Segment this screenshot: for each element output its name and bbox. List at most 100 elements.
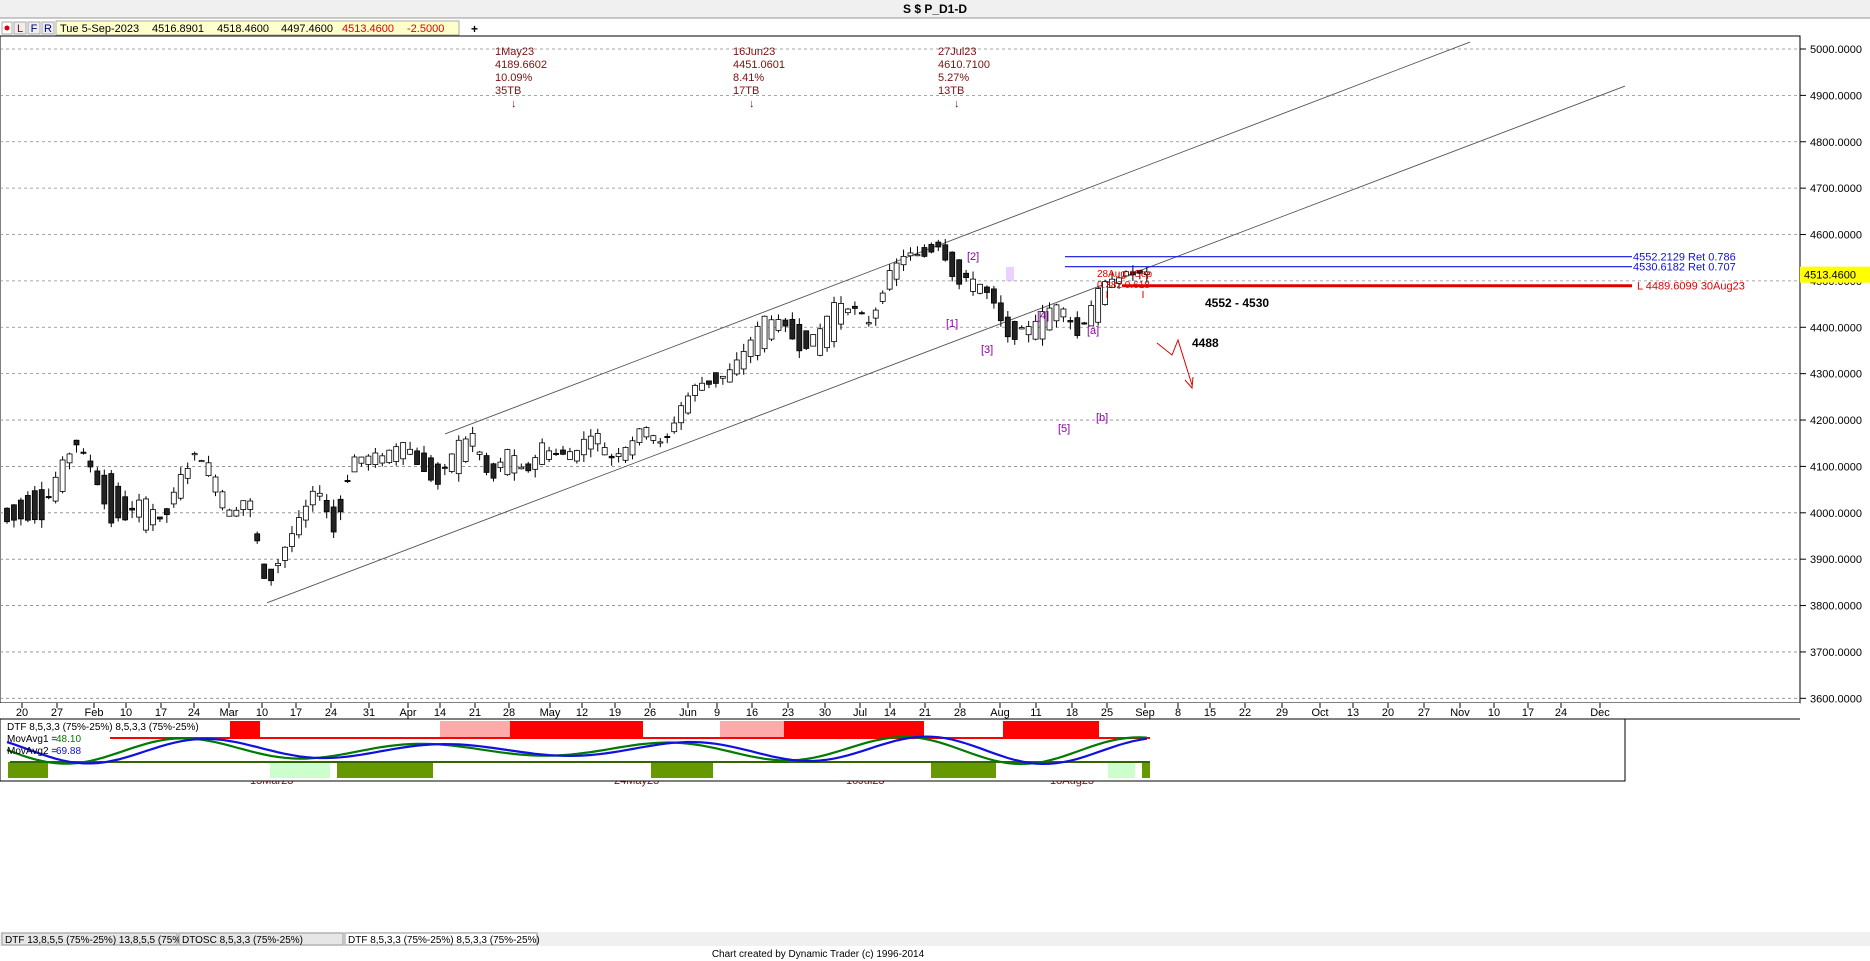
candle-body <box>282 546 288 561</box>
candle-body <box>879 292 886 302</box>
candle-body <box>768 319 775 340</box>
candle-body <box>810 334 817 347</box>
candle-body <box>726 369 733 383</box>
candle-body <box>977 283 983 294</box>
candle-body <box>455 439 462 475</box>
x-tick-label: 28 <box>954 707 966 719</box>
candle-body <box>80 451 87 454</box>
candle-body <box>330 506 337 533</box>
indicator-band-high <box>720 721 784 737</box>
candle-body <box>782 319 789 327</box>
candle-body <box>233 509 240 517</box>
x-tick-label: 19 <box>609 707 621 719</box>
candle-body <box>219 491 226 509</box>
footer-tabs: DTF 13,8,5,5 (75%-25%) 13,8,5,5 (75%-25%… <box>0 932 1870 946</box>
candle-body <box>657 441 664 444</box>
candle-body <box>1011 321 1018 340</box>
candle-body <box>11 504 17 521</box>
candle-body <box>212 476 219 493</box>
quote-close: 4513.4600 <box>342 23 394 35</box>
candle-body <box>434 463 441 485</box>
candle-body <box>490 463 497 479</box>
candle-body <box>935 241 942 248</box>
candle-body <box>386 449 393 464</box>
candle-body <box>900 255 907 266</box>
x-tick-label: 10 <box>1488 707 1500 719</box>
price-tag-label: 4513.4600 <box>1804 270 1856 282</box>
x-tick-label: 30 <box>819 707 831 719</box>
x-tick-label: 24 <box>325 707 337 719</box>
y-tick-label: 5000.0000 <box>1810 44 1862 56</box>
candle-body <box>601 447 608 456</box>
candle-body <box>803 330 810 349</box>
candle-body <box>428 457 434 481</box>
candle-body <box>1067 320 1074 323</box>
add-button[interactable]: + <box>471 22 478 36</box>
movavg1-value: 48.10 <box>56 734 81 745</box>
candle-body <box>240 500 247 510</box>
candle-body <box>163 508 170 516</box>
credit-text: Chart created by Dynamic Trader (c) 1996… <box>712 949 925 960</box>
candle-body <box>560 449 566 455</box>
indicator-band-high <box>510 721 643 737</box>
candle-body <box>59 459 66 492</box>
candle-body <box>622 447 629 461</box>
candle-body <box>678 405 685 424</box>
y-tick-label: 4200.0000 <box>1810 415 1862 427</box>
ret-0707-label: 4530.6182 Ret 0.707 <box>1633 262 1736 274</box>
x-tick-label: Aug <box>990 707 1010 719</box>
quote-change: -2.5000 <box>407 23 444 35</box>
x-tick-label: 17 <box>1522 707 1534 719</box>
candle-body <box>567 451 573 460</box>
candle-body <box>546 450 552 460</box>
x-tick-label: 13 <box>1347 707 1359 719</box>
candle-body <box>719 375 726 379</box>
candle-body <box>4 507 10 523</box>
peak-label: 1May23 <box>495 46 534 58</box>
candle-body <box>1018 327 1025 330</box>
window-background <box>0 0 1870 961</box>
x-tick-label: 29 <box>1276 707 1288 719</box>
candle-body <box>775 319 782 331</box>
y-tick-label: 4900.0000 <box>1810 90 1862 102</box>
candle-body <box>421 452 427 473</box>
x-tick-label: Oct <box>1311 707 1328 719</box>
candle-body <box>136 499 142 518</box>
peak-label: 16Jun23 <box>733 46 775 58</box>
x-tick-label: 17 <box>155 707 167 719</box>
indicator-band-low <box>8 762 48 778</box>
movavg2-value: 69.88 <box>56 746 81 757</box>
candle-body <box>1074 317 1081 336</box>
candle-body <box>1025 326 1032 336</box>
x-tick-label: 27 <box>51 707 63 719</box>
candle-body <box>247 500 254 510</box>
x-tick-label: 10 <box>120 707 132 719</box>
candle-body <box>344 480 351 483</box>
candle-body <box>261 563 268 579</box>
peak-label: 35TB <box>495 85 521 97</box>
x-tick-label: May <box>540 707 561 719</box>
x-tick-label: Apr <box>399 707 416 719</box>
candle-body <box>372 452 379 465</box>
candle-body <box>831 302 837 343</box>
x-tick-label: 20 <box>16 707 28 719</box>
candle-body <box>52 476 59 502</box>
candle-body <box>532 457 539 470</box>
candle-body <box>1004 316 1011 338</box>
candle-body <box>747 339 754 357</box>
y-tick-label: 4300.0000 <box>1810 369 1862 381</box>
candle-body <box>1088 305 1095 327</box>
x-tick-label: 16 <box>746 707 758 719</box>
toolbar-button-f-label: F <box>31 23 38 35</box>
candle-body <box>699 382 705 391</box>
indicator-band-high <box>784 721 924 737</box>
candle-body <box>150 509 156 526</box>
candle-body <box>143 498 149 531</box>
y-tick-label: 4800.0000 <box>1810 137 1862 149</box>
candle-body <box>692 384 698 396</box>
peak-label: 4189.6602 <box>495 59 547 71</box>
toolbar: L F R Tue 5-Sep-2023 4516.8901 4518.4600… <box>1 20 478 36</box>
x-tick-label: 27 <box>1418 707 1430 719</box>
candle-body <box>838 303 844 325</box>
y-tick-label: 4600.0000 <box>1810 230 1862 242</box>
